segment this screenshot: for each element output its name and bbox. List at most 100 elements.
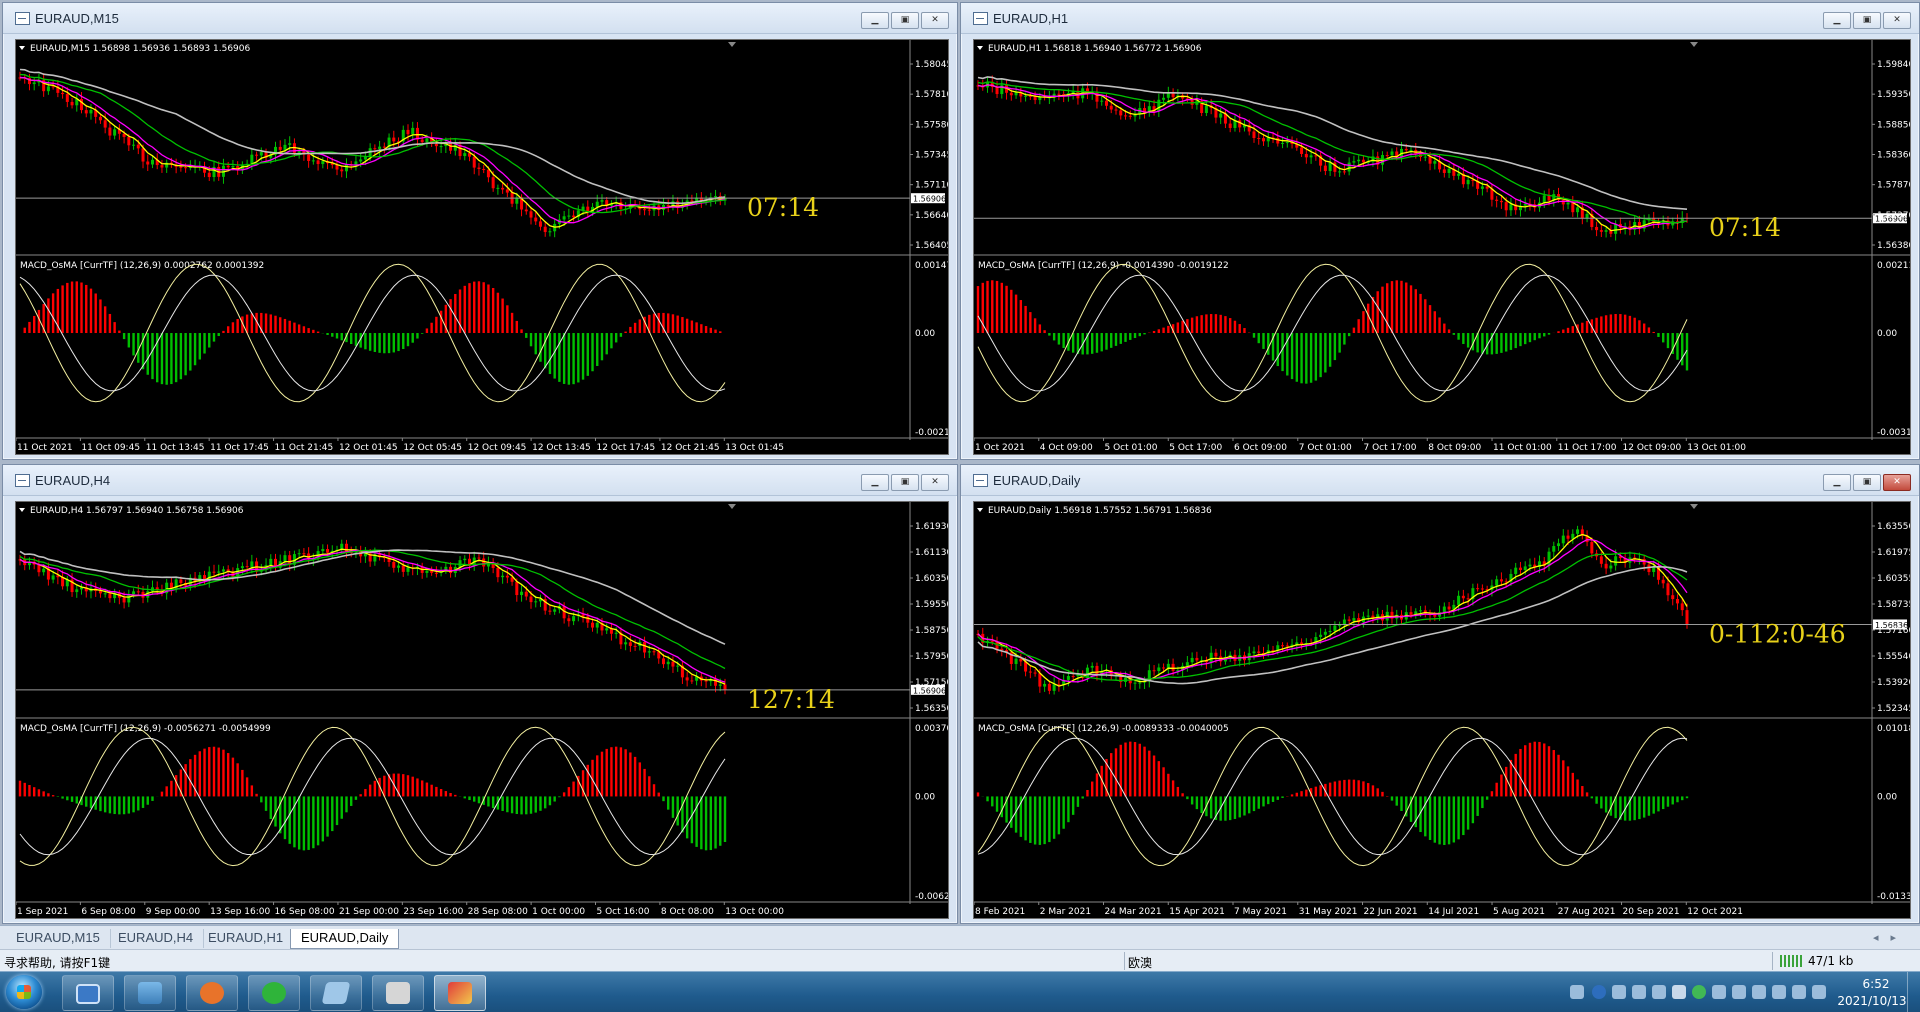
taskbar-clock-date[interactable]: 2021/10/13 — [1832, 994, 1912, 1008]
macd-histogram-bar — [402, 774, 404, 796]
taskbar-desktop-button[interactable] — [62, 975, 114, 1011]
candle-body — [160, 165, 163, 167]
window-title: EURAUD,Daily — [993, 473, 1080, 488]
candle-body — [75, 589, 78, 592]
show-desktop-button[interactable] — [1907, 972, 1920, 1012]
taskbar-app-button[interactable] — [186, 975, 238, 1011]
candle-body — [1314, 155, 1317, 156]
maximize-button[interactable]: ▣ — [891, 12, 919, 29]
chart-plot-area[interactable]: EURAUD,H4 1.56797 1.56940 1.56758 1.5690… — [15, 501, 949, 919]
minimize-button[interactable]: ▁ — [861, 12, 889, 29]
keyboard-tray-icon[interactable] — [1570, 985, 1584, 999]
candle-body — [553, 609, 556, 611]
close-button[interactable]: ✕ — [1883, 474, 1911, 491]
time-axis-label: 8 Feb 2021 — [975, 907, 1025, 917]
chart-plot-area[interactable]: EURAUD,H1 1.56818 1.56940 1.56772 1.5690… — [973, 39, 1911, 455]
help-tray-icon[interactable] — [1592, 985, 1606, 999]
maximize-button[interactable]: ▣ — [1853, 12, 1881, 29]
macd-histogram-bar — [492, 796, 494, 808]
tab-euraud-m15[interactable]: EURAUD,M15 — [6, 929, 111, 948]
macd-histogram-bar — [76, 796, 78, 803]
maximize-button[interactable]: ▣ — [891, 474, 919, 491]
macd-histogram-bar — [303, 796, 305, 850]
macd-histogram-bar — [620, 333, 622, 337]
minimize-button[interactable]: ▁ — [1823, 474, 1851, 491]
chart-window-m15[interactable]: EURAUD,M15 ▁ ▣ ✕ EURAUD,M15 1.56898 1.56… — [2, 2, 958, 460]
price-axis-label: 1.57160 — [1877, 626, 1910, 636]
signal-tray-icon[interactable] — [1792, 985, 1806, 999]
candle-body — [1671, 595, 1674, 599]
macd-axis-label: 0.00 — [1877, 792, 1897, 802]
power-tray-icon[interactable] — [1812, 985, 1826, 999]
candle-body — [1457, 174, 1460, 176]
macd-histogram-bar — [1215, 314, 1217, 333]
window-titlebar[interactable]: EURAUD,M15 ▁ ▣ ✕ — [3, 3, 957, 34]
candle-body — [1567, 203, 1570, 205]
taskbar-notes-button[interactable] — [310, 975, 362, 1011]
close-button[interactable]: ✕ — [1883, 12, 1911, 29]
macd-histogram-bar — [184, 764, 186, 796]
minimize-button[interactable]: ▁ — [861, 474, 889, 491]
tab-euraud-daily[interactable]: EURAUD,Daily — [290, 929, 399, 949]
ma-fast-line — [978, 535, 1687, 687]
chart-plot-area[interactable]: EURAUD,M15 1.56898 1.56936 1.56893 1.569… — [15, 39, 949, 455]
time-axis-label: 6 Sep 08:00 — [81, 907, 136, 917]
header-arrow-icon — [977, 46, 983, 50]
usb-tray-icon[interactable] — [1772, 985, 1786, 999]
network-tray-icon[interactable] — [1632, 985, 1646, 999]
macd-histogram-bar — [714, 330, 716, 333]
candle-body — [629, 642, 632, 646]
macd-histogram-bar — [714, 796, 716, 848]
macd-histogram-bar — [1662, 796, 1664, 809]
settings-tray-icon[interactable] — [1612, 985, 1626, 999]
chart-window-h1[interactable]: EURAUD,H1 ▁ ▣ ✕ EURAUD,H1 1.56818 1.5694… — [960, 2, 1920, 460]
macd-histogram-bar — [691, 796, 693, 843]
chart-window-daily[interactable]: EURAUD,Daily ▁ ▣ ✕ EURAUD,Daily 1.56918 … — [960, 464, 1920, 924]
tab-euraud-h4[interactable]: EURAUD,H4 — [108, 929, 204, 948]
shield-tray-icon[interactable] — [1652, 985, 1666, 999]
candle-body — [676, 666, 679, 667]
volume-tray-icon[interactable] — [1732, 985, 1746, 999]
close-button[interactable]: ✕ — [921, 12, 949, 29]
taskbar-server-button[interactable] — [372, 975, 424, 1011]
flag-tray-icon[interactable] — [1752, 985, 1766, 999]
macd-histogram-bar — [416, 778, 418, 796]
macd-histogram-bar — [1638, 320, 1640, 333]
close-button[interactable]: ✕ — [921, 474, 949, 491]
start-button[interactable] — [6, 975, 42, 1009]
taskbar-wechat-button[interactable] — [248, 975, 300, 1011]
tab-euraud-h1[interactable]: EURAUD,H1 — [198, 929, 294, 948]
window-titlebar[interactable]: EURAUD,H4 ▁ ▣ ✕ — [3, 465, 957, 496]
window-titlebar[interactable]: EURAUD,H1 ▁ ▣ ✕ — [961, 3, 1919, 34]
candle-body — [515, 582, 518, 595]
candle-body — [1457, 596, 1460, 605]
candle-body — [1195, 658, 1198, 660]
candle-body — [321, 161, 324, 164]
candle-body — [686, 677, 689, 680]
taskbar-clock-time[interactable]: 6:52 — [1846, 977, 1906, 991]
wechat-tray-icon[interactable] — [1692, 985, 1706, 999]
tab-scroll-arrows[interactable]: ◂▸ — [1873, 931, 1908, 944]
macd-histogram-bar — [1043, 330, 1045, 333]
macd-histogram-bar — [1262, 796, 1264, 806]
taskbar-users-button[interactable] — [124, 975, 176, 1011]
macd-histogram-bar — [383, 776, 385, 797]
candle-body — [127, 137, 130, 145]
price-axis-label: 1.53920 — [1877, 678, 1910, 688]
minimize-button[interactable]: ▁ — [1823, 12, 1851, 29]
maximize-button[interactable]: ▣ — [1853, 474, 1881, 491]
candle-body — [425, 571, 428, 573]
heart-tray-icon[interactable] — [1672, 985, 1686, 999]
chart-window-h4[interactable]: EURAUD,H4 ▁ ▣ ✕ EURAUD,H4 1.56797 1.5694… — [2, 464, 958, 924]
macd-histogram-bar — [430, 785, 432, 797]
display-tray-icon[interactable] — [1712, 985, 1726, 999]
candle-body — [302, 553, 305, 554]
price-axis-label: 1.55540 — [1877, 652, 1910, 662]
chart-plot-area[interactable]: EURAUD,Daily 1.56918 1.57552 1.56791 1.5… — [973, 501, 1911, 919]
window-titlebar[interactable]: EURAUD,Daily ▁ ▣ ✕ — [961, 465, 1919, 496]
chart-header-text: EURAUD,Daily 1.56918 1.57552 1.56791 1.5… — [988, 506, 1212, 516]
taskbar-metatrader-button[interactable] — [434, 975, 486, 1011]
candle-body — [99, 117, 102, 120]
macd-main-line — [978, 264, 1687, 402]
price-axis-label: 1.57870 — [1877, 181, 1910, 191]
